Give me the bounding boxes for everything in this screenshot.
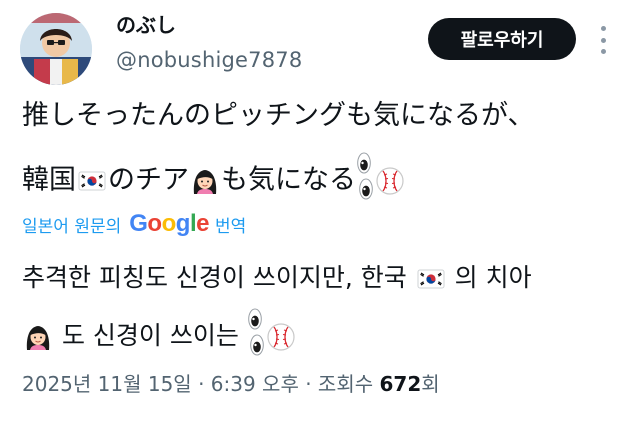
translated-text-line-2: 도 신경이 쓰이는 [22, 308, 297, 366]
more-icon[interactable] [596, 26, 610, 54]
view-unit: 회 [421, 372, 440, 396]
tweet-meta: 2025년 11월 15일 · 6:39 오후 · 조회수 672회 [22, 367, 440, 401]
girl-emoji [190, 166, 220, 196]
translation-bar: 일본어 원문의 Google 번역 [22, 207, 246, 241]
google-logo[interactable]: Google [129, 210, 209, 238]
translated-text-line-1: 추격한 피칭도 신경이 쓰이지만, 한국 의 치아 [22, 260, 532, 296]
tweet-text-line-2: 韓国 のチア も気になる [22, 152, 406, 210]
baseball-emoji [375, 166, 405, 196]
tweet-text-segment: のチア [108, 164, 189, 196]
eyes-emoji [357, 152, 373, 210]
korea-flag-emoji [416, 264, 446, 294]
tweet-text-segment: 韓国 [22, 164, 76, 196]
translated-text-segment: 추격한 피칭도 신경이 쓰이지만, 한국 [22, 263, 407, 292]
translation-source-label: 일본어 원문의 [22, 216, 122, 237]
display-name[interactable]: のぶし [116, 12, 176, 38]
tweet-text-line-1: 推しそったんのピッチングも気になるが、 [22, 100, 535, 131]
eyes-emoji [248, 308, 264, 366]
view-count: 672 [379, 372, 422, 396]
translated-text-segment: 도 신경이 쓰이는 [61, 321, 239, 350]
translated-text-segment: 의 치아 [454, 263, 532, 292]
baseball-emoji [266, 322, 296, 352]
user-handle[interactable]: @nobushige7878 [116, 46, 302, 74]
korea-flag-emoji [77, 166, 107, 196]
girl-emoji [23, 322, 53, 352]
avatar[interactable] [20, 13, 92, 85]
translate-link[interactable]: 번역 [215, 212, 246, 237]
tweet-datetime[interactable]: 2025년 11월 15일 · 6:39 오후 · 조회수 [22, 372, 373, 396]
tweet-text-segment: も気になる [221, 164, 356, 196]
follow-button[interactable]: 팔로우하기 [428, 18, 576, 60]
